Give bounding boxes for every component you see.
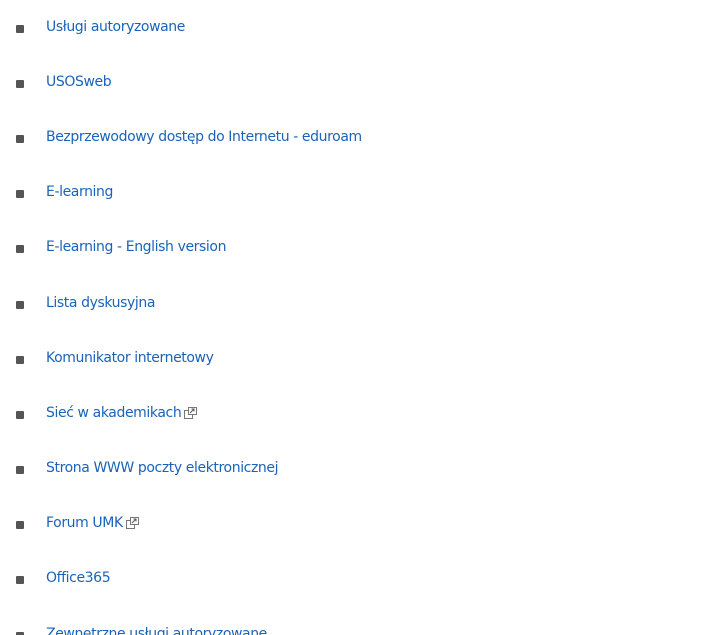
list-item: Komunikator internetowy [0,330,722,385]
link-zewnetrzne-uslugi[interactable]: Zewnętrzne usługi autoryzowane [46,626,267,635]
list-item: E-learning [0,165,722,220]
link-usosweb[interactable]: USOSweb [46,74,112,90]
bullet-icon [16,134,24,143]
bullet-icon [16,521,24,530]
list-item: E-learning - English version [0,220,722,275]
bullet-icon [16,355,24,364]
bullet-icon [16,245,24,254]
link-siec-w-akademikach[interactable]: Sieć w akademikach [46,405,182,421]
bullet-icon [16,79,24,88]
list-item: Bezprzewodowy dostęp do Internetu - edur… [0,109,722,164]
bullet-icon [16,466,24,475]
list-item: USOSweb [0,54,722,109]
link-forum-umk[interactable]: Forum UMK [46,515,123,531]
link-uslugi-autoryzowane[interactable]: Usługi autoryzowane [46,19,185,35]
bullet-icon [16,631,24,635]
link-komunikator[interactable]: Komunikator internetowy [46,350,214,366]
service-links-list: Usługi autoryzowane USOSweb Bezprzewodow… [0,0,722,635]
list-item: Strona WWW poczty elektronicznej [0,441,722,496]
link-e-learning[interactable]: E-learning [46,184,113,200]
bullet-icon [16,190,24,199]
bullet-icon [16,300,24,309]
list-item: Zewnętrzne usługi autoryzowane [0,606,722,635]
list-item: Forum UMK [0,496,722,551]
bullet-icon [16,410,24,419]
link-poczta-www[interactable]: Strona WWW poczty elektronicznej [46,460,279,476]
list-item: Usługi autoryzowane [0,0,722,54]
link-e-learning-english[interactable]: E-learning - English version [46,239,226,255]
link-eduroam[interactable]: Bezprzewodowy dostęp do Internetu - edur… [46,129,362,145]
external-link-icon[interactable] [184,406,198,419]
list-item: Sieć w akademikach [0,385,722,440]
link-lista-dyskusyjna[interactable]: Lista dyskusyjna [46,295,155,311]
list-item: Office365 [0,551,722,606]
external-link-icon[interactable] [125,517,139,530]
list-item: Lista dyskusyjna [0,275,722,330]
bullet-icon [16,576,24,585]
link-office365[interactable]: Office365 [46,570,111,586]
bullet-icon [16,24,24,33]
